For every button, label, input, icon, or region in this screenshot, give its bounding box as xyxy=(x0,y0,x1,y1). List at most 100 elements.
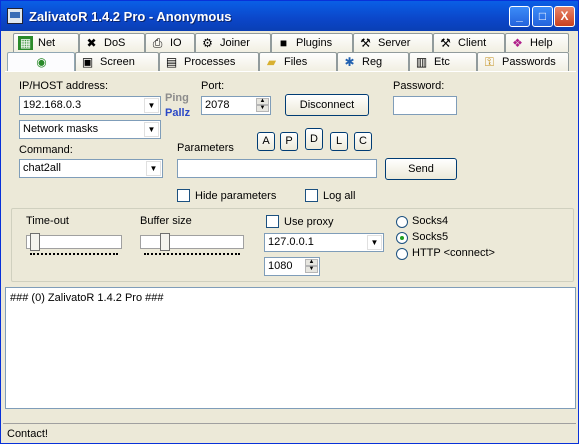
tab-label: Reg xyxy=(362,56,383,68)
passwords-icon: ⚿ xyxy=(484,55,495,69)
disconnect-button[interactable]: Disconnect xyxy=(285,94,369,116)
tab-etc[interactable]: ▥ Etc xyxy=(409,52,477,71)
network-masks-combobox[interactable]: Network masks ▼ xyxy=(19,120,161,139)
pallz-link[interactable]: Pallz xyxy=(165,107,190,119)
socks4-radio[interactable] xyxy=(396,216,408,228)
tab-net[interactable]: ▦ Net xyxy=(13,33,79,52)
tab-io[interactable]: ⎙ IO xyxy=(145,33,195,52)
hide-parameters-label: Hide parameters xyxy=(195,190,277,202)
tab-client[interactable]: ⚒ Client xyxy=(433,33,505,52)
tab-label: IO xyxy=(170,37,182,49)
window-title: ZalivatoR 1.4.2 Pro - Anonymous xyxy=(29,9,232,24)
command-combobox[interactable]: chat2all ▼ xyxy=(19,159,163,178)
joiner-icon: ⚙ xyxy=(202,36,213,50)
net-icon: ▦ xyxy=(18,36,33,50)
tab-label: Help xyxy=(530,37,553,49)
param-button-p[interactable]: P xyxy=(280,132,298,151)
tab-reg[interactable]: ✱ Reg xyxy=(337,52,409,71)
parameters-field[interactable] xyxy=(177,159,377,178)
port-label: Port: xyxy=(201,80,225,92)
tab-server[interactable]: ⚒ Server xyxy=(353,33,433,52)
timeout-label: Time-out xyxy=(26,215,69,227)
command-label: Command: xyxy=(19,144,73,156)
tab-files[interactable]: ▰ Files xyxy=(259,52,337,71)
http-connect-radio[interactable] xyxy=(396,248,408,260)
use-proxy-label: Use proxy xyxy=(284,216,334,228)
tab-label: Etc xyxy=(434,56,450,68)
tab-help[interactable]: ❖ Help xyxy=(505,33,569,52)
port-field[interactable]: 2078 ▲ ▼ xyxy=(201,96,271,115)
chevron-down-icon[interactable]: ▼ xyxy=(144,98,159,113)
printer-icon: ⎙ xyxy=(152,36,163,50)
tab-label: Server xyxy=(378,37,411,49)
tab-processes[interactable]: ▤ Processes xyxy=(159,52,259,71)
minimize-button[interactable]: _ xyxy=(509,6,530,27)
processes-icon: ▤ xyxy=(165,55,178,69)
buffer-size-label: Buffer size xyxy=(140,215,192,227)
output-log[interactable]: ### (0) ZalivatoR 1.4.2 Pro ### xyxy=(5,287,576,409)
port-spinner[interactable]: ▲ ▼ xyxy=(256,98,269,113)
socks5-label: Socks5 xyxy=(412,231,449,243)
status-bar: Contact! xyxy=(3,423,576,442)
password-field[interactable] xyxy=(393,96,457,115)
log-all-label: Log all xyxy=(323,190,356,202)
hide-parameters-checkbox[interactable] xyxy=(177,189,190,202)
log-line: ### (0) ZalivatoR 1.4.2 Pro ### xyxy=(10,292,164,304)
maximize-button[interactable]: □ xyxy=(532,6,553,27)
tab-passwords[interactable]: ⚿ Passwords xyxy=(477,52,569,71)
http-connect-label: HTTP <connect> xyxy=(412,247,495,259)
timeout-slider-thumb[interactable] xyxy=(30,233,40,251)
proxy-port-spinner[interactable]: ▲ ▼ xyxy=(305,259,318,274)
param-button-a[interactable]: A xyxy=(257,132,275,151)
screen-icon: ▣ xyxy=(81,55,94,69)
tab-label: Processes xyxy=(184,56,236,68)
proxy-port-field[interactable]: 1080 ▲ ▼ xyxy=(264,257,320,276)
folder-icon: ▰ xyxy=(266,55,277,69)
tab-dos[interactable]: ✖ DoS xyxy=(79,33,145,52)
app-icon xyxy=(7,8,23,24)
net-panel: IP/HOST address: 192.168.0.3 ▼ Ping Pall… xyxy=(5,71,576,285)
timeout-slider[interactable] xyxy=(26,235,122,249)
registry-icon: ✱ xyxy=(344,55,355,69)
timeout-ticks xyxy=(30,253,118,255)
host-combobox[interactable]: 192.168.0.3 ▼ xyxy=(19,96,161,115)
chevron-down-icon[interactable]: ▼ xyxy=(144,122,159,137)
dos-icon: ✖ xyxy=(86,36,97,50)
param-button-d[interactable]: D xyxy=(305,128,323,150)
floppy-icon: ■ xyxy=(279,36,288,50)
password-label: Password: xyxy=(393,80,445,92)
tab-plugins[interactable]: ■ Plugins xyxy=(271,33,353,52)
etc-icon: ▥ xyxy=(415,55,428,69)
chevron-down-icon[interactable]: ▼ xyxy=(367,235,382,250)
tab-label: Net xyxy=(38,37,56,49)
use-proxy-checkbox[interactable] xyxy=(266,215,279,228)
main-window: ZalivatoR 1.4.2 Pro - Anonymous _ □ X ▦ … xyxy=(0,0,579,444)
network-masks-value: Network masks xyxy=(23,123,99,135)
close-button[interactable]: X xyxy=(554,6,575,27)
chevron-down-icon[interactable]: ▼ xyxy=(146,161,161,176)
log-all-checkbox[interactable] xyxy=(305,189,318,202)
tab-label: Client xyxy=(458,37,487,49)
status-text: Contact! xyxy=(7,428,48,440)
tab-joiner[interactable]: ⚙ Joiner xyxy=(195,33,271,52)
param-button-l[interactable]: L xyxy=(330,132,348,151)
param-button-c[interactable]: C xyxy=(354,132,372,151)
buffer-size-slider-thumb[interactable] xyxy=(160,233,170,251)
socks5-radio[interactable] xyxy=(396,232,408,244)
server-icon: ⚒ xyxy=(360,36,371,50)
tab-label: Plugins xyxy=(296,37,333,49)
host-value: 192.168.0.3 xyxy=(23,99,82,111)
title-bar: ZalivatoR 1.4.2 Pro - Anonymous _ □ X xyxy=(1,1,578,31)
send-button[interactable]: Send xyxy=(385,158,457,180)
ping-link[interactable]: Ping xyxy=(165,92,189,104)
tab-globe[interactable]: ◉ xyxy=(7,52,75,71)
tab-screen[interactable]: ▣ Screen xyxy=(75,52,159,71)
buffer-size-slider[interactable] xyxy=(140,235,244,249)
proxy-host-combobox[interactable]: 127.0.0.1 ▼ xyxy=(264,233,384,252)
client-icon: ⚒ xyxy=(440,36,451,50)
socks4-label: Socks4 xyxy=(412,215,449,227)
buffer-size-ticks xyxy=(144,253,240,255)
parameters-label: Parameters xyxy=(177,142,234,154)
tab-label: Files xyxy=(284,56,308,68)
tab-label: Screen xyxy=(100,56,135,68)
